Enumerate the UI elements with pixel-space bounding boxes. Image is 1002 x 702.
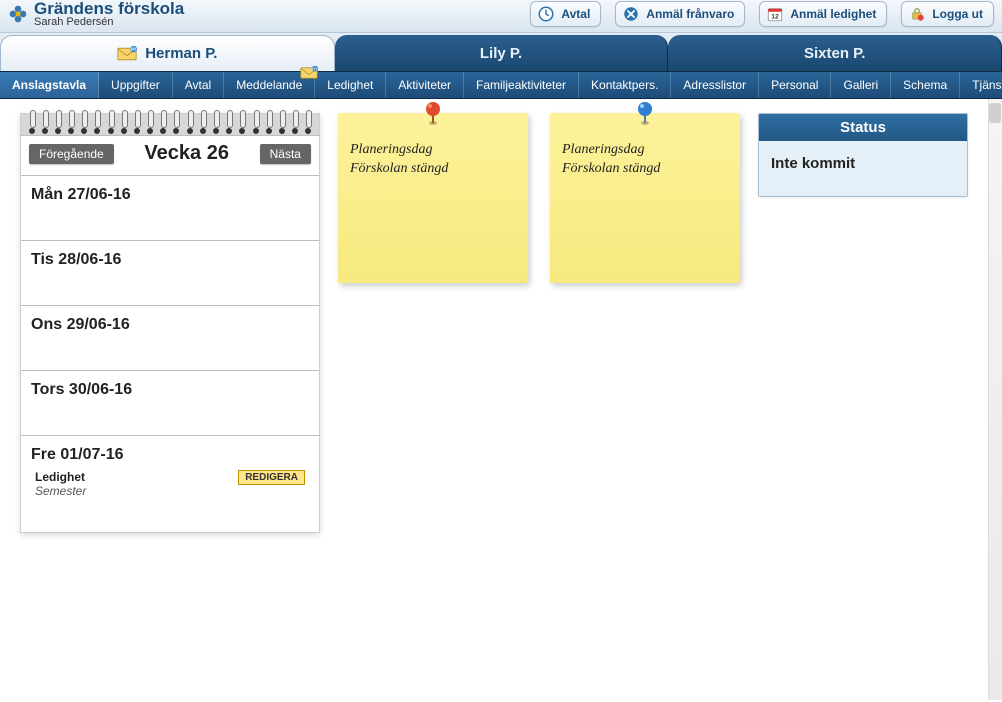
- entry-title: Ledighet: [35, 470, 86, 484]
- sticky-line: Planeringsdag: [562, 141, 728, 160]
- mail-new-icon: NY: [117, 46, 137, 62]
- tab-label: Personal: [771, 78, 818, 92]
- anmal-franvaro-label: Anmäl frånvaro: [646, 7, 734, 21]
- logout-button[interactable]: Logga ut: [901, 1, 994, 27]
- week-nav: Föregående Vecka 26 Nästa: [21, 136, 319, 175]
- sticky-line: Förskolan stängd: [562, 160, 728, 179]
- tab-label: Tjänster: [972, 78, 1002, 92]
- tab-label: Avtal: [185, 78, 211, 92]
- tab-ledighet[interactable]: Ledighet: [315, 72, 386, 98]
- next-week-button[interactable]: Nästa: [260, 144, 311, 164]
- tab-label: Anslagstavla: [12, 78, 86, 92]
- logout-label: Logga ut: [932, 7, 983, 21]
- tab-label: Adresslistor: [683, 78, 746, 92]
- avtal-label: Avtal: [561, 7, 590, 21]
- child-tab-label: Herman P.: [145, 45, 217, 62]
- tab-meddelande[interactable]: Meddelande NY: [224, 72, 315, 98]
- clock-icon: [537, 5, 555, 23]
- tab-label: Galleri: [843, 78, 878, 92]
- scrollbar[interactable]: [988, 99, 1002, 700]
- day-label: Mån 27/06-16: [31, 186, 309, 204]
- child-tab-lily[interactable]: Lily P.: [335, 35, 669, 71]
- tab-adresslistor[interactable]: Adresslistor: [671, 72, 759, 98]
- sticky-line: Planeringsdag: [350, 141, 516, 160]
- tab-label: Meddelande: [236, 78, 302, 92]
- sticky-note[interactable]: Planeringsdag Förskolan stängd: [338, 113, 528, 283]
- week-title: Vecka 26: [144, 142, 229, 165]
- day-tue: Tis 28/06-16: [21, 240, 319, 305]
- tab-galleri[interactable]: Galleri: [831, 72, 891, 98]
- status-heading: Status: [759, 114, 967, 141]
- child-tab-label: Sixten P.: [804, 45, 865, 62]
- header: Grändens förskola Sarah Pedersén Avtal A…: [0, 0, 1002, 33]
- flower-logo-icon: [8, 4, 28, 24]
- svg-text:NY: NY: [131, 46, 137, 51]
- day-label: Tors 30/06-16: [31, 381, 309, 399]
- pin-icon: [632, 99, 658, 129]
- anmal-franvaro-button[interactable]: Anmäl frånvaro: [615, 1, 745, 27]
- svg-text:NY: NY: [313, 67, 319, 71]
- scrollbar-thumb[interactable]: [989, 103, 1001, 123]
- day-thu: Tors 30/06-16: [21, 370, 319, 435]
- tab-uppgifter[interactable]: Uppgifter: [99, 72, 173, 98]
- prev-week-button[interactable]: Föregående: [29, 144, 114, 164]
- section-tabs: Anslagstavla Uppgifter Avtal Meddelande …: [0, 72, 1002, 99]
- tab-kontaktpers[interactable]: Kontaktpers.: [579, 72, 671, 98]
- status-panel: Status Inte kommit: [758, 113, 968, 197]
- day-label: Tis 28/06-16: [31, 251, 309, 269]
- main-area: Föregående Vecka 26 Nästa Mån 27/06-16 T…: [0, 99, 1002, 700]
- sticky-note[interactable]: Planeringsdag Förskolan stängd: [550, 113, 740, 283]
- tab-label: Uppgifter: [111, 78, 160, 92]
- tab-familjeaktiviteter[interactable]: Familjeaktiviteter: [464, 72, 579, 98]
- brand: Grändens förskola Sarah Pedersén: [8, 0, 184, 28]
- tab-label: Familjeaktiviteter: [476, 78, 566, 92]
- day-wed: Ons 29/06-16: [21, 305, 319, 370]
- spiral-binding: [21, 114, 319, 136]
- avtal-button[interactable]: Avtal: [530, 1, 601, 27]
- child-tab-label: Lily P.: [480, 45, 522, 62]
- x-circle-icon: [622, 5, 640, 23]
- sticky-notes: Planeringsdag Förskolan stängd Planering…: [338, 113, 740, 283]
- anmal-ledighet-label: Anmäl ledighet: [790, 7, 876, 21]
- tab-label: Schema: [903, 78, 947, 92]
- entry-text: Ledighet Semester: [35, 470, 86, 498]
- school-title: Grändens förskola: [34, 0, 184, 17]
- lock-exit-icon: [908, 5, 926, 23]
- svg-text:12: 12: [772, 14, 780, 21]
- brand-text: Grändens förskola Sarah Pedersén: [34, 0, 184, 28]
- tab-personal[interactable]: Personal: [759, 72, 831, 98]
- anmal-ledighet-button[interactable]: 12 Anmäl ledighet: [759, 1, 887, 27]
- week-notepad: Föregående Vecka 26 Nästa Mån 27/06-16 T…: [20, 113, 320, 533]
- pin-icon: [420, 99, 446, 129]
- tab-anslagstavla[interactable]: Anslagstavla: [0, 72, 99, 98]
- sticky-line: Förskolan stängd: [350, 160, 516, 179]
- child-tab-sixten[interactable]: Sixten P.: [668, 35, 1002, 71]
- tab-tjanster[interactable]: Tjänster: [960, 72, 1002, 98]
- status-value: Inte kommit: [759, 141, 967, 196]
- tab-schema[interactable]: Schema: [891, 72, 960, 98]
- tab-label: Aktiviteter: [398, 78, 451, 92]
- tab-avtal[interactable]: Avtal: [173, 72, 224, 98]
- calendar-icon: 12: [766, 5, 784, 23]
- edit-entry-button[interactable]: REDIGERA: [238, 470, 305, 485]
- day-mon: Mån 27/06-16: [21, 175, 319, 240]
- child-tab-herman[interactable]: NY Herman P.: [0, 35, 335, 71]
- child-tabs: NY Herman P. Lily P. Sixten P.: [0, 33, 1002, 72]
- entry-subtitle: Semester: [35, 484, 86, 498]
- day-label: Ons 29/06-16: [31, 316, 309, 334]
- user-name: Sarah Pedersén: [34, 17, 184, 28]
- day-fri: Fre 01/07-16 Ledighet Semester REDIGERA: [21, 435, 319, 522]
- tab-label: Ledighet: [327, 78, 373, 92]
- tab-aktiviteter[interactable]: Aktiviteter: [386, 72, 464, 98]
- tab-label: Kontaktpers.: [591, 78, 658, 92]
- day-entry: Ledighet Semester REDIGERA: [35, 470, 305, 498]
- day-label: Fre 01/07-16: [31, 446, 309, 464]
